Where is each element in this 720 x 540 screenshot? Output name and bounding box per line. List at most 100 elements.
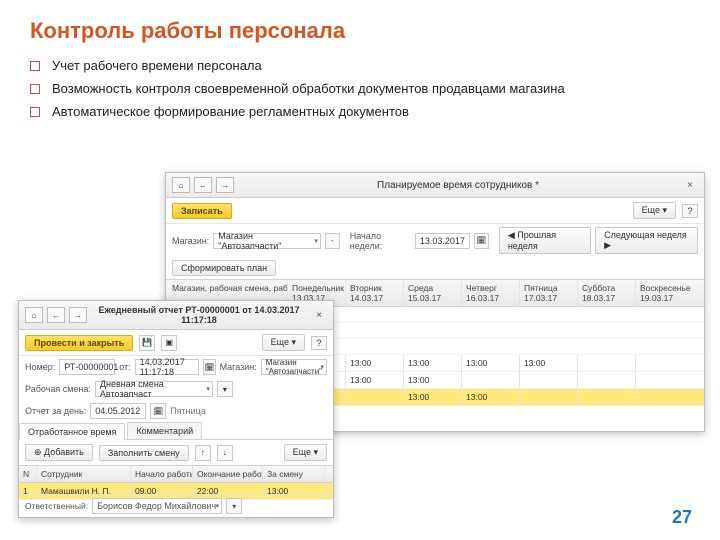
forward-button[interactable]: → [69,307,87,323]
move-up-button[interactable]: ↑ [195,445,211,461]
schedule-cell [578,355,636,371]
bullet-box-icon [30,107,40,117]
day-label: Отчет за день: [25,406,86,416]
number-input[interactable]: РТ-00000001 [59,359,115,375]
titlebar: ⌂ ← → Планируемое время сотрудников * × [166,173,704,198]
shift-select[interactable]: Дневная смена Автозапчаст▾ [95,381,213,397]
close-button[interactable]: × [311,310,327,321]
filter-row: Магазин: Магазин "Автозапчасти"▾ - Начал… [166,224,704,257]
col-dur: За смену [263,466,325,482]
post-icon-button[interactable]: ▣ [161,335,177,351]
bullet-list: Учет рабочего времени персонала Возможно… [0,58,720,137]
move-down-button[interactable]: ↓ [217,445,233,461]
schedule-cell [520,389,578,405]
make-plan-button[interactable]: Сформировать план [172,260,276,276]
date-input[interactable]: 14.03.2017 11:17:18 [135,359,200,375]
bullet-item: Учет рабочего времени персонала [30,58,690,73]
schedule-cell [578,372,636,388]
col-day: Среда15.03.17 [404,280,462,306]
date-picker-button[interactable]: 🗓 [203,359,215,375]
open-button[interactable]: ▾ [226,498,242,514]
report-table-head: N Сотрудник Начало работы Окончание рабо… [19,465,333,483]
col-n: N [19,466,37,482]
schedule-cell: 13:00 [404,389,462,405]
bullet-box-icon [30,84,40,94]
from-label: от: [119,362,130,372]
schedule-cell: 13:00 [462,389,520,405]
table-toolbar: ⊕ Добавить Заполнить смену ↑ ↓ Еще ▾ [19,440,333,465]
bullet-text: Учет рабочего времени персонала [52,58,262,73]
col-start: Начало работы [131,466,193,482]
date-picker-button[interactable]: 🗓 [150,403,166,419]
more-button[interactable]: Еще ▾ [633,202,676,219]
page-number: 27 [672,507,692,528]
weekday-label: Пятница [170,406,206,416]
col-day: Суббота18.03.17 [578,280,636,306]
next-week-button[interactable]: Следующая неделя ▶ [595,227,698,254]
schedule-cell: 13:00 [404,355,462,371]
store-select[interactable]: Магазин "Автозапчасти"▾ [261,359,327,375]
store-label: Магазин: [172,236,209,246]
bullet-box-icon [30,61,40,71]
schedule-cell [520,372,578,388]
clear-button[interactable]: - [325,233,340,249]
open-button[interactable]: ▾ [217,381,233,397]
col-emp: Сотрудник [37,466,131,482]
responsible-label: Ответственный: [25,501,88,511]
responsible-select[interactable]: Борисов Федор Михайлович▾ [92,498,222,514]
col-day: Вторник14.03.17 [346,280,404,306]
schedule-cell [636,372,706,388]
tab-comment[interactable]: Комментарий [127,422,202,439]
day-input[interactable]: 04.05.2012 [90,403,146,419]
status-bar: Ответственный: Борисов Федор Михайлович▾… [19,494,333,517]
slide-title: Контроль работы персонала [0,0,720,58]
more-button[interactable]: Еще ▾ [284,444,327,461]
date-picker-button[interactable]: 🗓 [474,233,489,249]
store-select[interactable]: Магазин "Автозапчасти"▾ [213,233,321,249]
post-close-button[interactable]: Провести и закрыть [25,335,133,351]
close-button[interactable]: × [682,180,698,191]
col-end: Окончание работы [193,466,263,482]
week-input[interactable]: 13.03.2017 [415,233,470,249]
fill-shift-button[interactable]: Заполнить смену [99,445,189,461]
store-label: Магазин: [220,362,257,372]
tab-worked-time[interactable]: Отработанное время [19,423,125,440]
col-day: Четверг16.03.17 [462,280,520,306]
schedule-cell [462,372,520,388]
bullet-text: Автоматическое формирование регламентных… [52,104,409,119]
bullet-item: Автоматическое формирование регламентных… [30,104,690,119]
back-button[interactable]: ← [47,307,65,323]
window-title: Ежедневный отчет РТ-00000001 от 14.03.20… [91,305,307,325]
home-button[interactable]: ⌂ [172,177,190,193]
schedule-cell [636,355,706,371]
more-button[interactable]: Еще ▾ [262,334,305,351]
forward-button[interactable]: → [216,177,234,193]
toolbar: Записать Еще ▾ ? [166,198,704,224]
save-button[interactable]: Записать [172,203,232,219]
help-button[interactable]: ? [682,204,698,218]
number-label: Номер: [25,362,55,372]
schedule-cell: 13:00 [346,355,404,371]
save-icon-button[interactable]: 💾 [139,335,155,351]
bullet-text: Возможность контроля своевременной обраб… [52,81,565,96]
plan-row: Сформировать план [166,257,704,279]
schedule-cell: 13:00 [462,355,520,371]
back-button[interactable]: ← [194,177,212,193]
window-title: Планируемое время сотрудников * [238,180,678,191]
toolbar: Провести и закрыть 💾 ▣ Еще ▾ ? [19,330,333,356]
titlebar: ⌂ ← → Ежедневный отчет РТ-00000001 от 14… [19,301,333,330]
schedule-cell [636,389,706,405]
window-report: ⌂ ← → Ежедневный отчет РТ-00000001 от 14… [18,300,334,518]
bullet-item: Возможность контроля своевременной обраб… [30,81,690,96]
col-day: Пятница17.03.17 [520,280,578,306]
day-row: Отчет за день: 04.05.2012 🗓 Пятница [19,400,333,422]
add-button[interactable]: ⊕ Добавить [25,444,93,461]
help-button[interactable]: ? [311,336,327,350]
home-button[interactable]: ⌂ [25,307,43,323]
prev-week-button[interactable]: ◀ Прошлая неделя [499,227,591,254]
col-day: Воскресенье19.03.17 [636,280,706,306]
tabs: Отработанное время Комментарий [19,422,333,440]
shift-label: Рабочая смена: [25,384,91,394]
schedule-cell: 13:00 [520,355,578,371]
week-label: Начало недели: [350,231,411,251]
